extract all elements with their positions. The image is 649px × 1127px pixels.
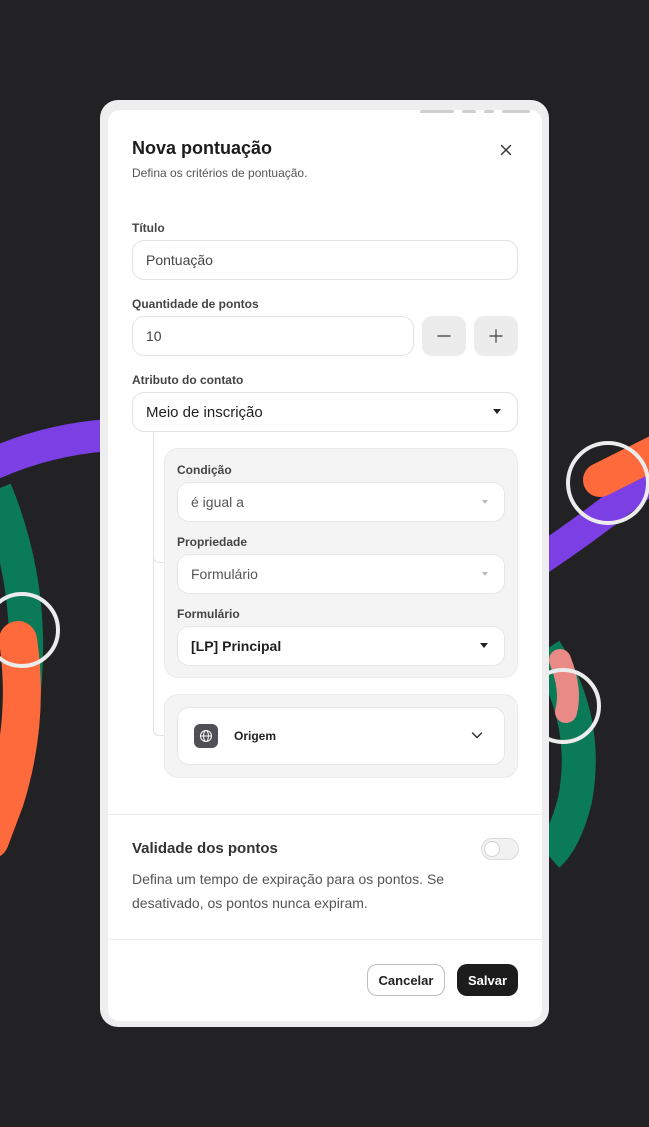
condition-select[interactable]: é igual a [177,482,505,522]
caret-down-icon [482,500,488,504]
condition-card: Condição é igual a Propriedade Formulári… [164,448,518,678]
section-divider [108,814,542,815]
form-label: Formulário [177,607,240,621]
cancel-button[interactable]: Cancelar [367,964,445,996]
close-icon [500,144,512,156]
top-strip [362,110,542,114]
footer-divider [108,939,542,940]
origin-label: Origem [234,729,277,743]
origin-card: Origem [164,694,518,778]
form-select-value: [LP] Principal [191,638,282,654]
validity-toggle[interactable] [481,838,519,860]
decrement-button[interactable] [422,316,466,356]
property-label: Propriedade [177,535,248,549]
caret-down-icon [480,643,488,648]
attribute-select-value: Meio de inscrição [146,403,263,421]
caret-down-icon [482,572,488,576]
points-input[interactable]: 10 [132,316,414,356]
validity-title: Validade dos pontos [132,840,278,857]
globe-icon [194,724,218,748]
caret-down-icon [493,409,501,414]
modal-frame: Nova pontuação Defina os critérios de po… [100,100,549,1027]
plus-icon [489,329,503,343]
title-label: Título [132,221,165,235]
modal-subtitle: Defina os critérios de pontuação. [132,166,308,180]
attribute-label: Atributo do contato [132,373,244,387]
minus-icon [437,335,451,337]
close-button[interactable] [494,138,518,162]
attribute-select[interactable]: Meio de inscrição [132,392,518,432]
property-select-value: Formulário [191,566,258,582]
form-select[interactable]: [LP] Principal [177,626,505,666]
save-button[interactable]: Salvar [457,964,518,996]
title-input[interactable]: Pontuação [132,240,518,280]
condition-label: Condição [177,463,232,477]
score-modal: Nova pontuação Defina os critérios de po… [108,110,542,1021]
chevron-down-icon [471,732,483,739]
points-label: Quantidade de pontos [132,297,259,311]
modal-title: Nova pontuação [132,138,273,158]
toggle-knob [484,841,500,857]
increment-button[interactable] [474,316,518,356]
origin-accordion[interactable]: Origem [177,707,505,765]
validity-description: Defina um tempo de expiração para os pon… [132,871,445,911]
property-select[interactable]: Formulário [177,554,505,594]
condition-select-value: é igual a [191,494,244,510]
